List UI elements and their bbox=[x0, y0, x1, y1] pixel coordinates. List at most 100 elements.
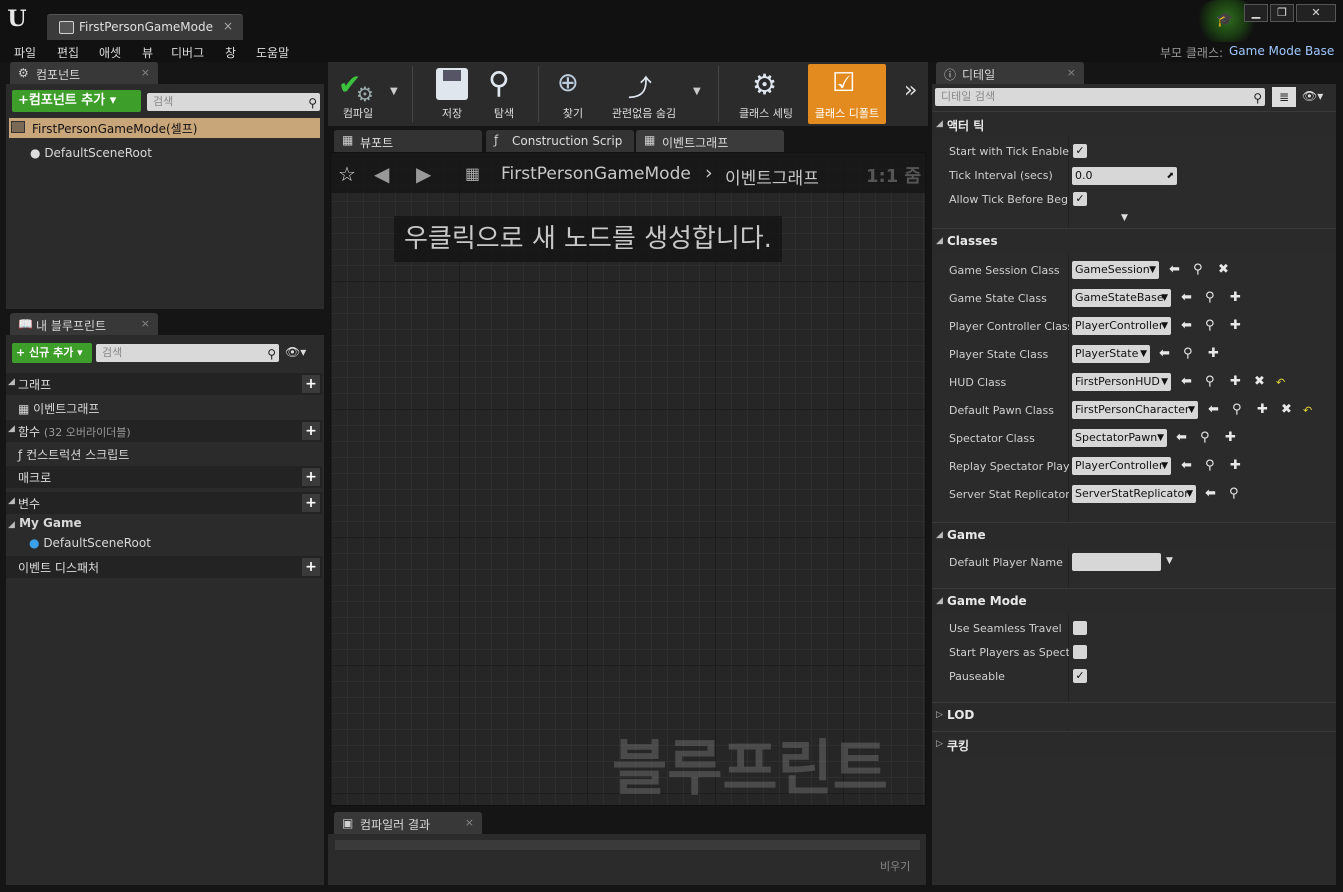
clear-x-icon[interactable]: ✖ bbox=[1218, 262, 1229, 277]
use-selected-arrow-icon[interactable]: ⬅ bbox=[1181, 374, 1192, 389]
game-state-class-combo[interactable]: GameStateBase ▼ bbox=[1072, 289, 1171, 307]
components-tab[interactable]: ⚙ 컴포넌트 × bbox=[10, 62, 158, 84]
variable-default-scene-root[interactable]: ● DefaultSceneRoot bbox=[29, 536, 151, 550]
browse-magnifier-icon[interactable]: ⚲ bbox=[1205, 318, 1215, 333]
browse-magnifier-icon[interactable]: ⚲ bbox=[1193, 262, 1203, 277]
breadcrumb-current[interactable]: 이벤트그래프 bbox=[725, 164, 819, 189]
visibility-eye-icon[interactable]: 👁▾ bbox=[285, 345, 306, 359]
browse-magnifier-icon[interactable]: ⚲ bbox=[1229, 486, 1239, 501]
allow-tick-checkbox[interactable]: ✓ bbox=[1073, 192, 1087, 206]
save-button[interactable]: 저장 bbox=[426, 64, 478, 124]
replay-spectator-class-combo[interactable]: PlayerController ▼ bbox=[1072, 457, 1171, 475]
use-selected-arrow-icon[interactable]: ⬅ bbox=[1181, 318, 1192, 333]
new-plus-icon[interactable]: ✚ bbox=[1230, 318, 1241, 333]
game-section[interactable]: ◢ Game bbox=[932, 522, 1336, 548]
browse-magnifier-icon[interactable]: ⚲ bbox=[1205, 458, 1215, 473]
default-player-name-input[interactable] bbox=[1072, 553, 1161, 571]
new-plus-icon[interactable]: ✚ bbox=[1230, 290, 1241, 305]
cooking-section[interactable]: ▷ 쿠킹 bbox=[932, 731, 1336, 757]
graduation-cap-icon[interactable]: 🎓 bbox=[1216, 12, 1233, 28]
tab-construction-script[interactable]: ƒ Construction Scrip bbox=[486, 130, 634, 152]
add-variable-plus-icon[interactable]: + bbox=[302, 494, 320, 512]
new-plus-icon[interactable]: ✚ bbox=[1225, 430, 1236, 445]
compiler-results-tab[interactable]: ▣ 컴파일러 결과 × bbox=[334, 812, 482, 834]
menu-asset[interactable]: 애셋 bbox=[99, 44, 121, 61]
document-tab[interactable]: FirstPersonGameMode × bbox=[47, 14, 243, 40]
use-selected-arrow-icon[interactable]: ⬅ bbox=[1169, 262, 1180, 277]
browse-magnifier-icon[interactable]: ⚲ bbox=[1200, 430, 1210, 445]
close-tab-icon[interactable]: × bbox=[223, 19, 233, 33]
reset-to-default-icon[interactable]: ↶ bbox=[1276, 376, 1285, 389]
add-new-button[interactable]: + 신규 추가 ▾ bbox=[12, 343, 92, 363]
component-self-row[interactable]: FirstPersonGameMode(셀프) bbox=[9, 118, 320, 138]
minimize-button[interactable]: ▁ bbox=[1244, 4, 1268, 22]
start-with-tick-checkbox[interactable]: ✓ bbox=[1073, 144, 1087, 158]
view-options-eye-icon[interactable]: 👁▾ bbox=[1302, 89, 1323, 103]
use-selected-arrow-icon[interactable]: ⬅ bbox=[1176, 430, 1187, 445]
close-window-button[interactable]: ✕ bbox=[1296, 4, 1336, 22]
components-search-input[interactable]: 검색 ⚲ bbox=[147, 93, 320, 111]
add-component-button[interactable]: +컴포넌트 추가 ▾ bbox=[12, 90, 141, 112]
back-arrow-icon[interactable]: ◀ bbox=[374, 162, 389, 186]
construction-script-item[interactable]: ƒ 컨스트럭션 스크립트 bbox=[18, 446, 129, 463]
server-stat-replicator-class-combo[interactable]: ServerStatReplicator ▼ bbox=[1072, 485, 1196, 503]
pauseable-checkbox[interactable]: ✓ bbox=[1073, 669, 1087, 683]
breadcrumb-root[interactable]: FirstPersonGameMode bbox=[501, 164, 691, 184]
blueprint-search-input[interactable]: 검색 ⚲ bbox=[96, 344, 279, 362]
functions-section[interactable]: ◢ 함수 (32 오버라이더블) + bbox=[6, 420, 322, 442]
event-dispatchers-section[interactable]: 이벤트 디스패처 + bbox=[6, 556, 322, 578]
component-default-scene-root[interactable]: ● DefaultSceneRoot bbox=[30, 146, 152, 160]
game-session-class-combo[interactable]: GameSession ▼ bbox=[1072, 261, 1159, 279]
new-plus-icon[interactable]: ✚ bbox=[1208, 346, 1219, 361]
lod-section[interactable]: ▷ LOD bbox=[932, 702, 1336, 728]
use-selected-arrow-icon[interactable]: ⬅ bbox=[1181, 458, 1192, 473]
close-tab-icon[interactable]: × bbox=[1067, 66, 1076, 79]
browse-button[interactable]: ⚲ 탐색 bbox=[480, 64, 528, 124]
player-controller-class-combo[interactable]: PlayerController ▼ bbox=[1072, 317, 1171, 335]
property-matrix-icon[interactable]: ≣ bbox=[1272, 87, 1296, 107]
use-selected-arrow-icon[interactable]: ⬅ bbox=[1181, 290, 1192, 305]
menu-help[interactable]: 도움말 bbox=[256, 44, 289, 61]
spectator-class-combo[interactable]: SpectatorPawn ▼ bbox=[1072, 429, 1167, 447]
classes-section[interactable]: ◢ Classes bbox=[932, 228, 1336, 254]
default-pawn-class-combo[interactable]: FirstPersonCharacter ▼ bbox=[1072, 401, 1198, 419]
class-settings-button[interactable]: ⚙ 클래스 세팅 bbox=[730, 64, 802, 124]
reset-to-default-icon[interactable]: ↶ bbox=[1303, 404, 1312, 417]
event-graph-item[interactable]: ▦ 이벤트그래프 bbox=[18, 400, 99, 417]
details-search-input[interactable]: 디테일 검색 ⚲ bbox=[935, 88, 1265, 106]
use-seamless-travel-checkbox[interactable] bbox=[1073, 621, 1087, 635]
new-plus-icon[interactable]: ✚ bbox=[1230, 374, 1241, 389]
new-plus-icon[interactable]: ✚ bbox=[1257, 402, 1268, 417]
chevron-down-icon[interactable]: ▼ bbox=[1166, 556, 1173, 566]
tick-interval-input[interactable]: 0.0 ⬈ bbox=[1072, 167, 1177, 185]
menu-view[interactable]: 뷰 bbox=[142, 44, 153, 61]
menu-file[interactable]: 파일 bbox=[14, 44, 36, 61]
browse-magnifier-icon[interactable]: ⚲ bbox=[1205, 290, 1215, 305]
add-graph-plus-icon[interactable]: + bbox=[302, 375, 320, 393]
my-game-category[interactable]: ◢ My Game bbox=[8, 516, 82, 530]
find-button[interactable]: ⊕ 찾기 bbox=[548, 64, 598, 124]
my-blueprint-tab[interactable]: 📖 내 블루프린트 × bbox=[10, 313, 158, 335]
hide-unrelated-button[interactable]: ⤴ 관련없음 숨김 bbox=[606, 64, 682, 124]
details-tab[interactable]: ⓘ 디테일 × bbox=[936, 62, 1084, 84]
favorite-star-icon[interactable]: ☆ bbox=[338, 162, 356, 186]
forward-arrow-icon[interactable]: ▶ bbox=[416, 162, 431, 186]
player-state-class-combo[interactable]: PlayerState ▼ bbox=[1072, 345, 1150, 363]
browse-magnifier-icon[interactable]: ⚲ bbox=[1183, 346, 1193, 361]
add-function-plus-icon[interactable]: + bbox=[302, 422, 320, 440]
clear-x-icon[interactable]: ✖ bbox=[1281, 402, 1292, 417]
add-dispatcher-plus-icon[interactable]: + bbox=[302, 558, 320, 576]
close-tab-icon[interactable]: × bbox=[141, 66, 150, 79]
use-selected-arrow-icon[interactable]: ⬅ bbox=[1208, 402, 1219, 417]
new-plus-icon[interactable]: ✚ bbox=[1230, 458, 1241, 473]
macros-section[interactable]: 매크로 + bbox=[6, 466, 322, 488]
close-tab-icon[interactable]: × bbox=[141, 317, 150, 330]
hide-unrelated-dropdown[interactable]: ▼ bbox=[693, 86, 701, 97]
compile-button[interactable]: ✔ ⚙ 컴파일 bbox=[330, 64, 386, 124]
game-mode-section[interactable]: ◢ Game Mode bbox=[932, 588, 1336, 614]
parent-class-link[interactable]: Game Mode Base bbox=[1229, 44, 1334, 58]
use-selected-arrow-icon[interactable]: ⬅ bbox=[1205, 486, 1216, 501]
clear-x-icon[interactable]: ✖ bbox=[1254, 374, 1265, 389]
actor-tick-section[interactable]: ◢ 액터 틱 bbox=[932, 111, 1336, 137]
use-selected-arrow-icon[interactable]: ⬅ bbox=[1159, 346, 1170, 361]
